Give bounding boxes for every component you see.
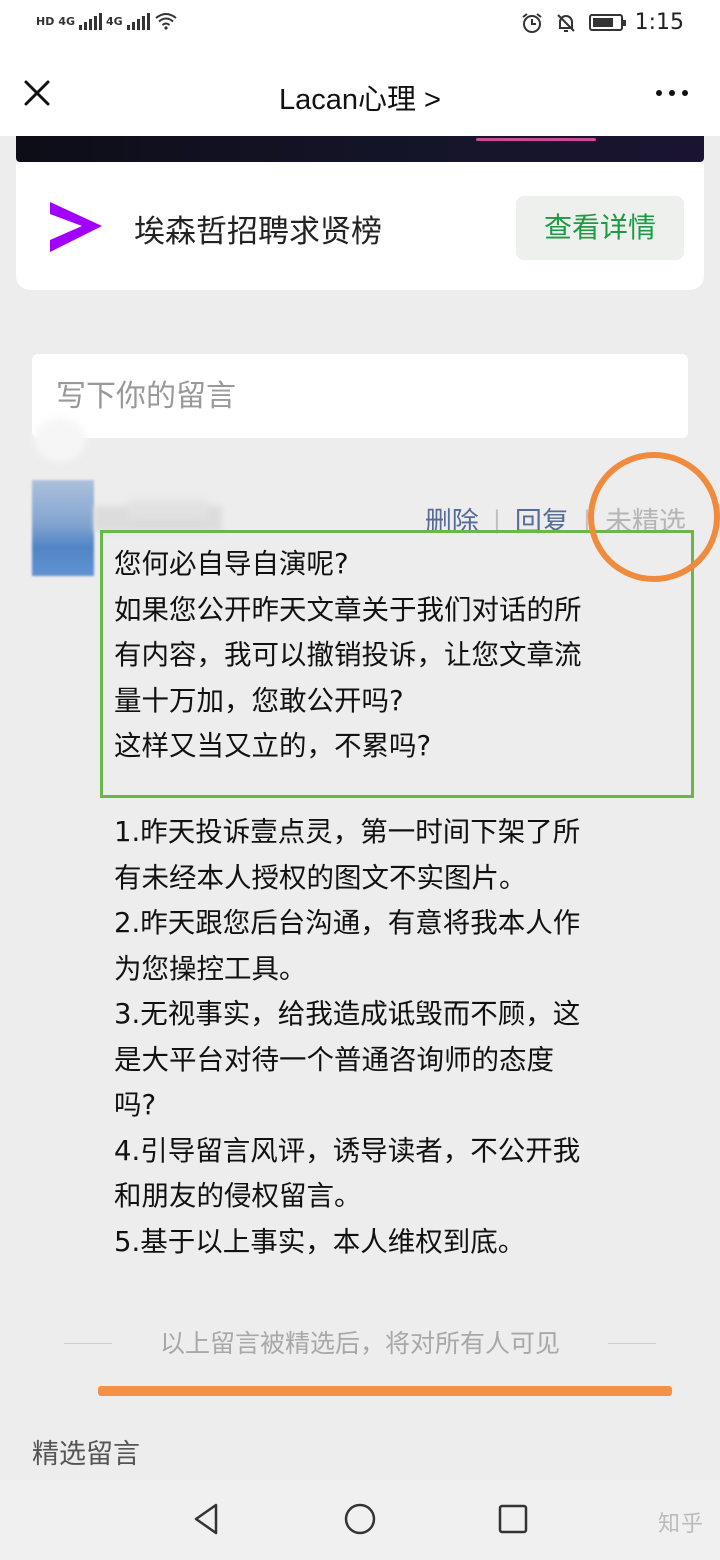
view-details-button[interactable]: 查看详情 (516, 196, 684, 260)
comment-line: 3.无视事实，给我造成诋毁而不顾，这 (114, 998, 581, 1030)
comment-line: 2.昨天跟您后台沟通，有意将我本人作 (114, 907, 581, 939)
network-type-1: 4G (58, 14, 76, 28)
comment-line: 和朋友的侵权留言。 (114, 1180, 362, 1212)
banner-image (16, 136, 704, 162)
network-type-2: 4G (106, 14, 123, 28)
comment-line: 是大平台对待一个普通咨询师的态度 (114, 1043, 554, 1076)
highlight-box-annotation (100, 530, 694, 798)
hd-tag: HD (36, 14, 55, 28)
mute-notifications-icon (556, 13, 575, 32)
alarm-icon (521, 12, 542, 33)
back-icon[interactable] (190, 1502, 224, 1536)
featured-comments-title: 精选留言 (32, 1439, 140, 1470)
hint-divider-right (608, 1343, 656, 1344)
circle-annotation (588, 452, 720, 582)
battery-level (592, 18, 613, 27)
avatar (32, 480, 222, 576)
wifi-icon (155, 13, 177, 30)
comment-body-text: 1.昨天投诉壹点灵，第一时间下架了所 有未经本人授权的图文不实图片。 2.昨天跟… (114, 810, 690, 1265)
battery-icon (588, 14, 626, 31)
more-icon[interactable] (656, 90, 688, 96)
ad-card[interactable]: 埃森哲招聘求贤榜 查看详情 (16, 162, 704, 290)
blur-fragment (34, 418, 86, 462)
signal-icon (126, 12, 150, 30)
status-right: 1:15 (521, 10, 684, 35)
status-left: HD 4G 4G (36, 12, 178, 30)
ad-title: 埃森哲招聘求贤榜 (134, 214, 382, 250)
signal-icon (79, 12, 103, 30)
zhihu-watermark: 知乎 (657, 1512, 704, 1537)
home-icon[interactable] (343, 1502, 377, 1536)
visibility-hint: 以上留言被精选后，将对所有人可见 (159, 1329, 560, 1358)
account-title[interactable]: Lacan心理 > (0, 76, 720, 118)
comment-line: 有未经本人授权的图文不实图片。 (114, 861, 527, 894)
comment-input[interactable] (32, 354, 688, 438)
comment-line: 1.昨天投诉壹点灵，第一时间下架了所 (114, 816, 581, 848)
nav-bar: Lacan心理 > (0, 52, 720, 136)
accenture-logo-icon (50, 202, 102, 252)
comment-line: 为您操控工具。 (114, 952, 307, 985)
recent-apps-icon[interactable] (496, 1502, 530, 1536)
clock: 1:15 (634, 10, 684, 35)
comment-line: 5.基于以上事实，本人维权到底。 (114, 1225, 526, 1258)
comment-line: 4.引导留言风评，诱导读者，不公开我 (114, 1134, 581, 1167)
status-bar: HD 4G 4G 1:15 (0, 0, 720, 52)
comment-line: 吗? (114, 1089, 157, 1121)
system-nav-bar: 知乎 (0, 1480, 720, 1560)
underline-annotation (98, 1386, 672, 1396)
